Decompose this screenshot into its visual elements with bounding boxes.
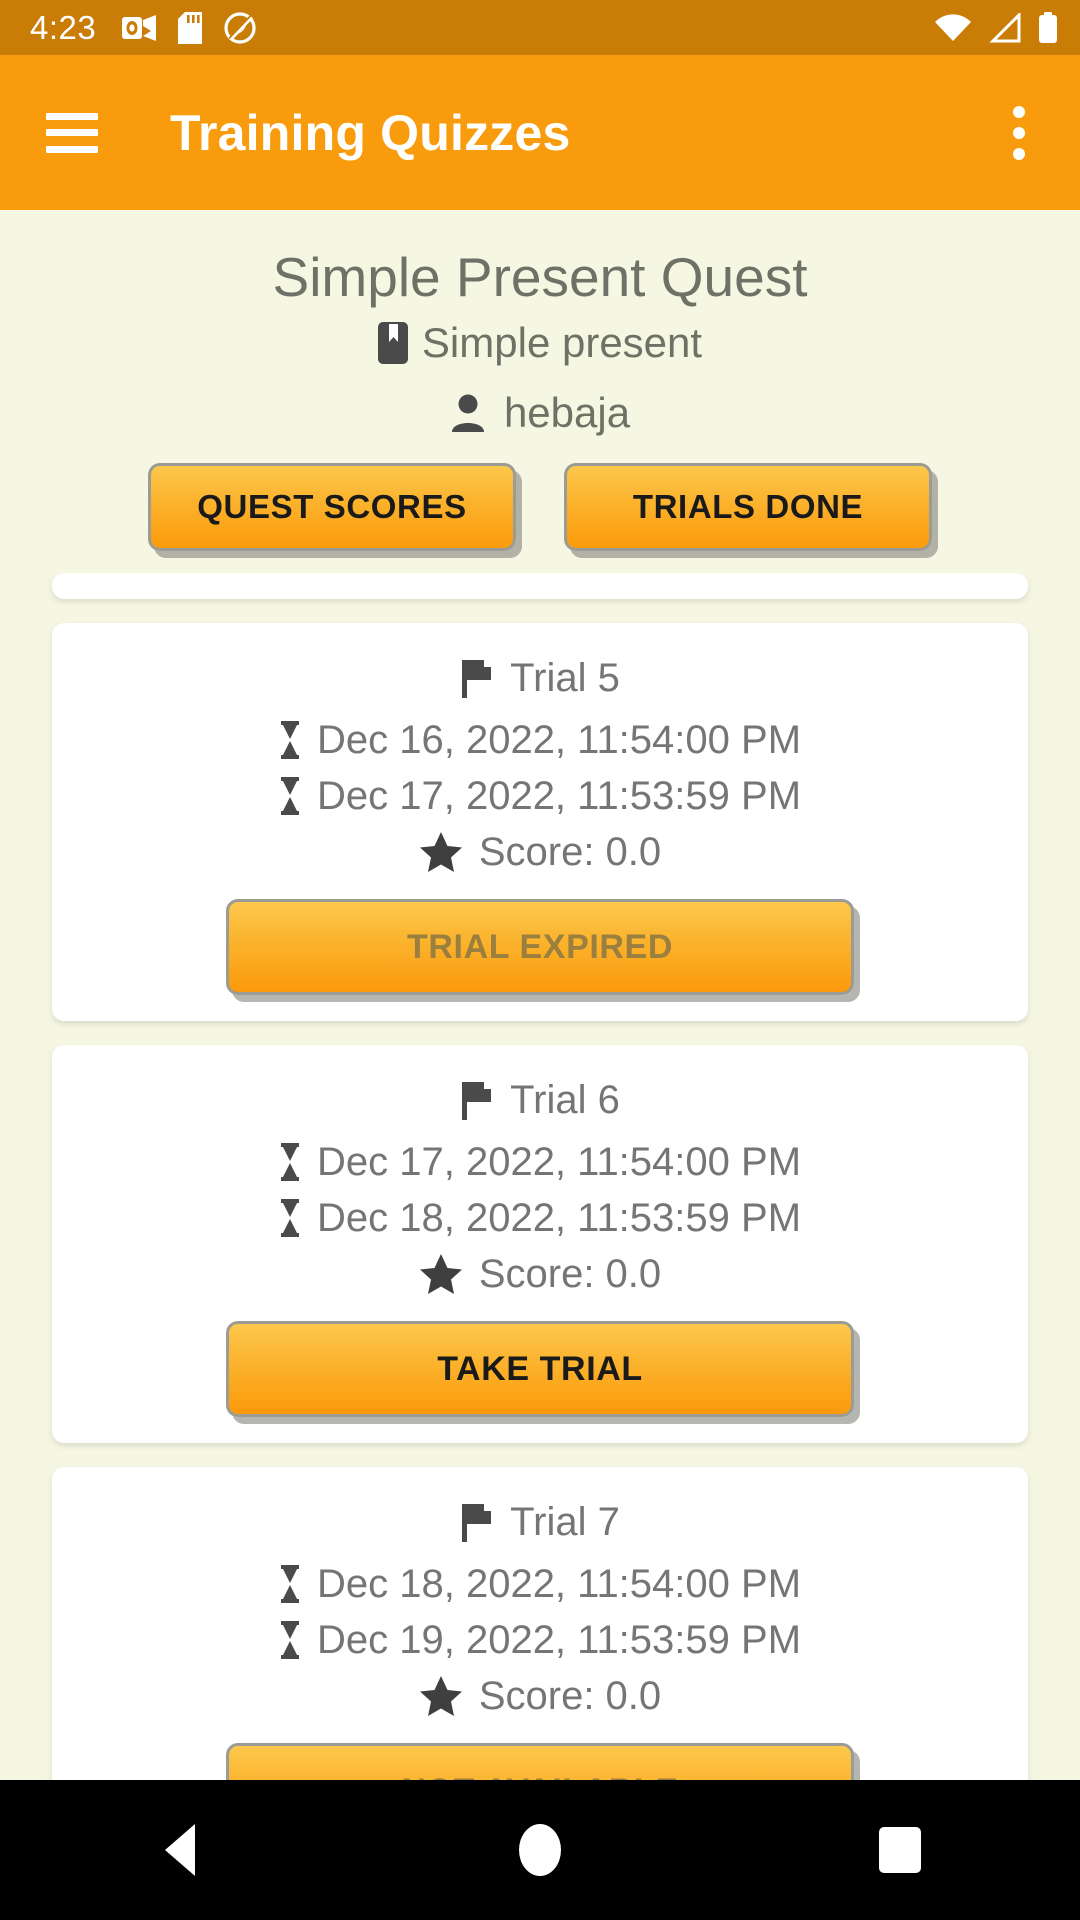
android-navigation-bar xyxy=(0,1780,1080,1920)
trial-score-row: Score: 0.0 xyxy=(52,1249,1028,1299)
star-icon xyxy=(419,1253,463,1295)
hamburger-bar xyxy=(46,129,98,136)
phone-screen: 4:23 Training Quizzes Simple Present Que… xyxy=(0,0,1080,1920)
trial-action-wrap: TAKE TRIAL xyxy=(52,1321,1028,1418)
trial-start-row: Dec 17, 2022, 11:54:00 PM xyxy=(52,1137,1028,1187)
table-row[interactable]: Trial 5 Dec 16, 2022, 11:54:00 PM Dec 17… xyxy=(52,623,1028,1022)
trial-score-label: Score: 0.0 xyxy=(478,1252,662,1297)
quest-header: Simple Present Quest Simple present heba… xyxy=(0,210,1080,574)
back-triangle-icon[interactable] xyxy=(120,1800,240,1900)
trial-title-label: Trial 7 xyxy=(510,1500,620,1545)
trial-list[interactable]: Trial 5 Dec 16, 2022, 11:54:00 PM Dec 17… xyxy=(0,573,1080,1780)
quest-subject: Simple present xyxy=(0,319,1080,367)
bookmark-icon xyxy=(377,322,408,365)
trial-action-button[interactable]: NOT AVAILABLE xyxy=(226,1743,854,1780)
sd-card-icon xyxy=(178,11,203,44)
trial-title-row: Trial 7 xyxy=(52,1497,1028,1547)
home-glyph xyxy=(519,1824,561,1876)
trial-score-row: Score: 0.0 xyxy=(52,1671,1028,1721)
trial-action-button[interactable]: TRIAL EXPIRED xyxy=(226,899,854,996)
star-icon xyxy=(419,1675,463,1717)
page-title: Simple Present Quest xyxy=(272,246,808,308)
recents-square-icon[interactable] xyxy=(840,1800,960,1900)
hourglass-icon xyxy=(279,1143,301,1182)
status-bar-notification-icons xyxy=(122,11,256,44)
header-button-row: QUEST SCORES TRIALS DONE xyxy=(0,463,1080,573)
trial-title-label: Trial 5 xyxy=(510,656,620,701)
username-label: hebaja xyxy=(503,389,631,437)
trial-end-row: Dec 17, 2022, 11:53:59 PM xyxy=(52,771,1028,821)
trial-end-label: Dec 18, 2022, 11:53:59 PM xyxy=(316,1196,802,1241)
hamburger-bar xyxy=(46,145,98,153)
trial-start-row: Dec 18, 2022, 11:54:00 PM xyxy=(52,1559,1028,1609)
trial-end-row: Dec 18, 2022, 11:53:59 PM xyxy=(52,1193,1028,1243)
wifi-icon xyxy=(934,13,972,43)
outlook-icon xyxy=(122,13,157,43)
battery-icon xyxy=(1038,11,1058,44)
more-vert-icon[interactable] xyxy=(992,103,1046,163)
star-icon xyxy=(419,831,463,873)
trial-end-label: Dec 19, 2022, 11:53:59 PM xyxy=(316,1618,802,1663)
trial-action-wrap: NOT AVAILABLE xyxy=(52,1743,1028,1780)
trial-start-label: Dec 16, 2022, 11:54:00 PM xyxy=(316,718,802,763)
recents-glyph xyxy=(879,1827,921,1873)
hourglass-icon xyxy=(279,721,301,760)
home-circle-icon[interactable] xyxy=(480,1800,600,1900)
quest-scores-button[interactable]: QUEST SCORES xyxy=(148,463,516,552)
hourglass-icon xyxy=(279,1565,301,1604)
quest-user: hebaja xyxy=(0,389,1080,437)
trial-score-label: Score: 0.0 xyxy=(478,830,662,875)
trial-score-label: Score: 0.0 xyxy=(478,1674,662,1719)
hourglass-icon xyxy=(279,1199,301,1238)
trial-action-button[interactable]: TAKE TRIAL xyxy=(226,1321,854,1418)
person-icon xyxy=(450,393,486,433)
status-bar-clock: 4:23 xyxy=(30,8,97,46)
app-bar: Training Quizzes xyxy=(0,55,1080,210)
table-row[interactable]: Trial 7 Dec 18, 2022, 11:54:00 PM Dec 19… xyxy=(52,1467,1028,1780)
trial-action-wrap: TRIAL EXPIRED xyxy=(52,899,1028,996)
cellular-signal-icon xyxy=(988,12,1022,43)
app-bar-title: Training Quizzes xyxy=(170,104,571,161)
flag-icon xyxy=(460,658,494,699)
trial-title-row: Trial 6 xyxy=(52,1075,1028,1125)
trial-title-row: Trial 5 xyxy=(52,653,1028,703)
trial-end-label: Dec 17, 2022, 11:53:59 PM xyxy=(316,774,802,819)
trial-title-label: Trial 6 xyxy=(510,1078,620,1123)
trial-start-row: Dec 16, 2022, 11:54:00 PM xyxy=(52,715,1028,765)
table-row[interactable]: Trial 6 Dec 17, 2022, 11:54:00 PM Dec 18… xyxy=(52,1045,1028,1444)
status-bar: 4:23 xyxy=(0,0,1080,55)
hamburger-bar xyxy=(46,112,98,120)
trial-score-row: Score: 0.0 xyxy=(52,827,1028,877)
hourglass-icon xyxy=(279,1621,301,1660)
trials-done-button[interactable]: TRIALS DONE xyxy=(564,463,932,552)
hamburger-menu-icon[interactable] xyxy=(46,112,98,153)
list-item-partial[interactable] xyxy=(52,573,1028,600)
quest-subject-label: Simple present xyxy=(421,319,703,367)
trial-start-label: Dec 17, 2022, 11:54:00 PM xyxy=(316,1140,802,1185)
back-glyph xyxy=(165,1824,195,1876)
trial-start-label: Dec 18, 2022, 11:54:00 PM xyxy=(316,1562,802,1607)
flag-icon xyxy=(460,1502,494,1543)
overflow-dot xyxy=(1013,105,1025,118)
trial-end-row: Dec 19, 2022, 11:53:59 PM xyxy=(52,1615,1028,1665)
flag-icon xyxy=(460,1080,494,1121)
do-not-disturb-icon xyxy=(224,11,256,44)
hourglass-icon xyxy=(279,777,301,816)
overflow-dot xyxy=(1013,126,1025,139)
overflow-dot xyxy=(1013,147,1025,160)
status-bar-system-icons xyxy=(934,11,1058,44)
